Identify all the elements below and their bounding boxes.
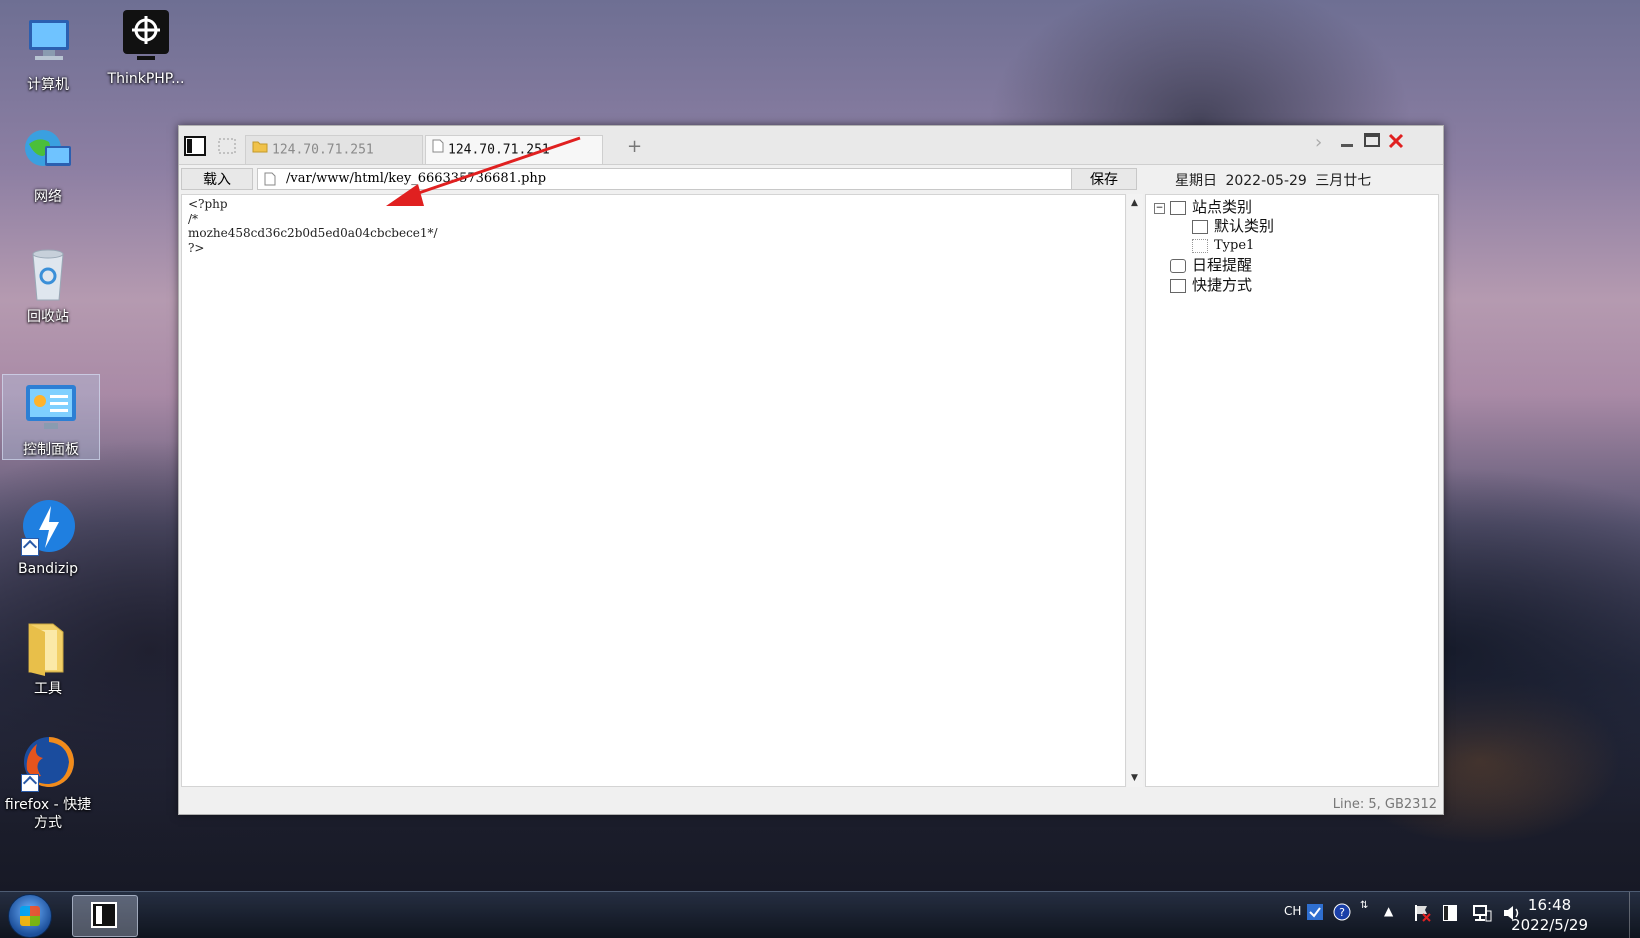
shortcut-arrow-icon <box>21 538 39 556</box>
desktop-icon-network[interactable]: 网络 <box>0 126 96 206</box>
tree-node-type1[interactable]: Type1 <box>1192 236 1254 256</box>
network-globe-icon <box>19 126 77 184</box>
shortcut-icon <box>1170 278 1186 293</box>
toggle-panel-button[interactable] <box>183 135 207 157</box>
start-button[interactable] <box>8 894 52 938</box>
computer-icon <box>19 14 77 72</box>
close-button[interactable] <box>1387 132 1405 155</box>
desktop-icon-label: 回收站 <box>27 309 69 325</box>
address-bar: 载入 /var/www/html/key_666335736681.php 保存… <box>179 165 1443 193</box>
scroll-down-icon[interactable]: ▼ <box>1131 773 1138 783</box>
desktop-icon-computer[interactable]: 计算机 <box>0 14 96 94</box>
load-button[interactable]: 载入 <box>181 168 253 190</box>
desktop-icon-recycle-bin[interactable]: 回收站 <box>0 246 96 326</box>
schedule-icon <box>1170 258 1186 273</box>
file-icon <box>264 172 276 193</box>
desktop-icon-control-panel[interactable]: 控制面板 <box>2 374 100 460</box>
svg-text:?: ? <box>1339 906 1345 919</box>
code-line: ?> <box>188 240 205 255</box>
show-desktop-button[interactable] <box>1629 892 1640 938</box>
annotation-arrow <box>386 136 581 206</box>
status-bar: Line: 5, GB2312 <box>1332 797 1437 812</box>
code-line: mozhe458cd36c2b0d5ed0a04cbcbece1*/ <box>188 226 438 240</box>
shortcut-arrow-icon <box>21 774 39 792</box>
site-tree: − 站点类别 默认类别 Type1 日程提醒 快捷方式 <box>1145 194 1439 787</box>
taskbar-app-editor[interactable] <box>72 895 138 937</box>
tree-node-schedule[interactable]: 日程提醒 <box>1170 255 1252 275</box>
desktop-icon-tools-folder[interactable]: 工具 <box>0 618 96 698</box>
chevron-right-icon[interactable]: › <box>1315 132 1322 153</box>
desktop-icon-label: 网络 <box>34 189 62 205</box>
editor-scrollbar[interactable]: ▲ ▼ <box>1127 194 1143 787</box>
lunar-date: 三月廿七 <box>1315 173 1372 189</box>
desktop-icon-label: ThinkPHP... <box>107 71 185 87</box>
bandizip-icon <box>19 498 77 556</box>
crosshair-monitor-icon <box>117 8 175 66</box>
network-icon[interactable] <box>1472 903 1492 926</box>
language-indicator[interactable]: CH <box>1284 904 1301 918</box>
save-button[interactable]: 保存 <box>1071 168 1137 190</box>
desktop-icon-firefox[interactable]: firefox - 快捷方式 <box>0 734 96 832</box>
network-arrows-icon[interactable]: ⇅ <box>1360 900 1368 911</box>
code-editor[interactable]: <?php/* mozhe458cd36c2b0d5ed0a04cbcbece1*… <box>181 194 1126 787</box>
scroll-up-icon[interactable]: ▲ <box>1131 198 1138 208</box>
minimize-button[interactable] <box>1339 130 1355 155</box>
tree-node-label: 站点类别 <box>1192 198 1253 216</box>
recycle-bin-icon <box>19 246 77 304</box>
desktop-icon-label: 工具 <box>34 681 62 697</box>
app-icon <box>91 902 117 928</box>
firefox-icon <box>19 734 77 792</box>
tab-bar: 124.70.71.251 124.70.71.251 + › <box>179 126 1443 165</box>
editor-window: 124.70.71.251 124.70.71.251 + › 载入 /var/… <box>178 125 1444 815</box>
clock-date: 2022/5/29 <box>1511 916 1588 934</box>
tree-node-label: 快捷方式 <box>1192 276 1253 294</box>
category-icon <box>1170 200 1186 215</box>
window-tray-icon[interactable] <box>1442 904 1458 925</box>
desktop-icon-label: 控制面板 <box>23 442 79 458</box>
dotted-box-button[interactable] <box>215 135 239 157</box>
tree-node-default-category[interactable]: 默认类别 <box>1192 216 1274 236</box>
tab-label: 124.70.71.251 <box>272 142 374 158</box>
taskbar: CH ? ⇅ ▲ 16:48 2022/5/29 <box>0 891 1640 938</box>
tree-node-site-category[interactable]: 站点类别 <box>1170 197 1252 217</box>
clock-time: 16:48 <box>1527 896 1572 914</box>
tree-node-label: Type1 <box>1214 238 1255 253</box>
maximize-button[interactable] <box>1363 132 1381 155</box>
category-icon <box>1192 219 1208 234</box>
date-display: 星期日 2022-05-29 三月廿七 <box>1175 170 1371 190</box>
folder-icon <box>19 618 77 676</box>
desktop-icon-label: Bandizip <box>18 561 78 577</box>
windows-logo-icon <box>20 906 40 926</box>
new-tab-button[interactable]: + <box>627 136 642 157</box>
tree-node-shortcuts[interactable]: 快捷方式 <box>1170 275 1252 295</box>
help-tray-icon[interactable]: ? <box>1333 903 1351 924</box>
desktop-icon-label: firefox - 快捷方式 <box>4 797 92 831</box>
weekday: 星期日 <box>1175 173 1217 189</box>
checkbox-tray-icon[interactable] <box>1306 903 1324 924</box>
desktop-icon-thinkphp[interactable]: ThinkPHP... <box>98 8 194 88</box>
tree-node-label: 日程提醒 <box>1192 256 1253 274</box>
desktop-icon-bandizip[interactable]: Bandizip <box>0 498 96 578</box>
collapse-toggle[interactable]: − <box>1154 203 1165 214</box>
tree-node-label: 默认类别 <box>1214 217 1275 235</box>
desktop-icon-label: 计算机 <box>27 77 69 93</box>
action-center-flag-icon[interactable] <box>1412 903 1432 926</box>
control-panel-icon <box>22 379 80 437</box>
dotted-box-icon <box>1192 238 1208 253</box>
show-hidden-icons-chevron[interactable]: ▲ <box>1384 904 1393 918</box>
date-value: 2022-05-29 <box>1225 173 1307 189</box>
system-clock[interactable]: 16:48 2022/5/29 <box>1511 895 1588 935</box>
folder-icon <box>252 136 268 164</box>
